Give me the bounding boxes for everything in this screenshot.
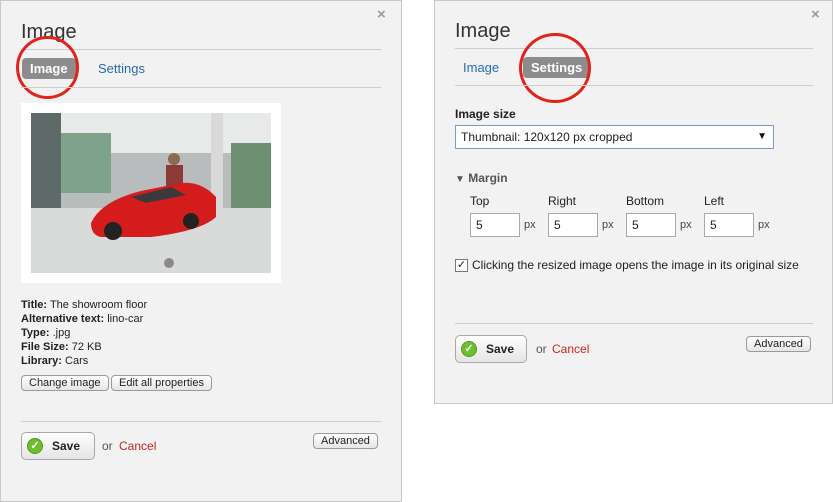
image-info-alt-text: Alternative text: lino-car <box>21 313 144 325</box>
dropdown-arrow-icon: ▼ <box>757 131 767 142</box>
save-label: Save <box>52 439 81 453</box>
save-button[interactable]: ✓ Save <box>21 432 95 460</box>
triangle-down-icon: ▼ <box>455 174 465 185</box>
image-size-label: Image size <box>455 107 516 121</box>
px-unit: px <box>602 219 614 231</box>
margin-heading: Margin <box>468 171 508 185</box>
image-info-library: Library: Cars <box>21 355 89 367</box>
car-photo <box>31 113 271 273</box>
or-label: or <box>536 342 547 356</box>
px-unit: px <box>680 219 692 231</box>
image-info-title: Title: The showroom floor <box>21 299 148 311</box>
advanced-button[interactable]: Advanced <box>313 433 378 449</box>
open-original-label: Clicking the resized image opens the ima… <box>472 258 799 272</box>
or-label: or <box>102 439 113 453</box>
save-label: Save <box>486 342 515 356</box>
close-icon[interactable]: × <box>377 6 386 23</box>
margin-bottom-input[interactable] <box>626 213 676 237</box>
image-dialog-settings-tab: × Image Image Settings Image size Thumbn… <box>434 0 833 404</box>
margin-top-input[interactable] <box>470 213 520 237</box>
tab-settings[interactable]: Settings <box>98 61 145 76</box>
edit-all-properties-button[interactable]: Edit all properties <box>111 375 212 391</box>
divider <box>455 48 813 49</box>
highlight-circle <box>519 33 591 103</box>
divider <box>21 421 381 422</box>
image-size-value: Thumbnail: 120x120 px cropped <box>461 130 633 144</box>
change-image-button[interactable]: Change image <box>21 375 109 391</box>
advanced-button[interactable]: Advanced <box>746 336 811 352</box>
margin-top-label: Top <box>470 194 490 208</box>
divider <box>21 49 381 50</box>
divider <box>455 323 813 324</box>
image-size-select[interactable]: Thumbnail: 120x120 px cropped ▼ <box>455 125 774 149</box>
image-dialog-image-tab: × Image Image Settings Title: The showro… <box>0 0 402 502</box>
image-info-file-size: File Size: 72 KB <box>21 341 102 353</box>
margin-left-label: Left <box>704 194 725 208</box>
open-original-checkbox[interactable]: ✓ <box>455 259 468 272</box>
close-icon[interactable]: × <box>811 6 820 23</box>
margin-right-input[interactable] <box>548 213 598 237</box>
tab-image[interactable]: Image <box>463 60 499 75</box>
px-unit: px <box>758 219 770 231</box>
check-icon: ✓ <box>461 341 477 357</box>
save-button[interactable]: ✓ Save <box>455 335 527 363</box>
margin-right-label: Right <box>548 194 577 208</box>
dialog-title: Image <box>455 20 511 42</box>
divider <box>455 85 813 86</box>
divider <box>21 87 381 88</box>
cancel-link[interactable]: Cancel <box>119 439 156 453</box>
margin-left-input[interactable] <box>704 213 754 237</box>
px-unit: px <box>524 219 536 231</box>
image-info-type: Type: .jpg <box>21 327 71 339</box>
margin-toggle[interactable]: ▼ Margin <box>455 171 508 185</box>
check-icon: ✓ <box>27 438 43 454</box>
margin-bottom-label: Bottom <box>626 194 665 208</box>
image-preview[interactable] <box>21 103 281 283</box>
highlight-circle <box>16 36 79 99</box>
cancel-link[interactable]: Cancel <box>552 342 589 356</box>
